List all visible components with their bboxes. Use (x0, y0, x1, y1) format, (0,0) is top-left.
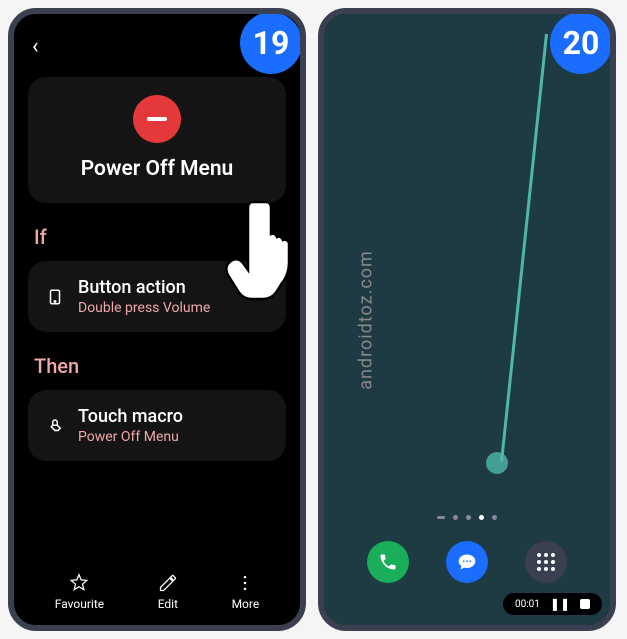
step-badge: 20 (550, 12, 612, 74)
nav-more-label: More (232, 597, 260, 611)
power-button[interactable] (303, 154, 306, 209)
button-action-icon (46, 288, 64, 306)
star-icon (69, 573, 89, 593)
gesture-end-dot (486, 452, 508, 474)
nav-favourite[interactable]: Favourite (55, 573, 104, 611)
watermark: androidtoz.com (355, 250, 376, 390)
more-icon (235, 573, 255, 593)
page-indicator (437, 515, 497, 520)
pause-icon[interactable]: ❚❚ (550, 597, 570, 611)
bottom-nav: Favourite Edit More (28, 573, 286, 611)
then-action-card[interactable]: Touch macro Power Off Menu (28, 390, 286, 461)
hand-pointer-icon (224, 194, 304, 304)
apps-drawer-icon[interactable] (525, 541, 567, 583)
page-dot (492, 515, 497, 520)
nav-more[interactable]: More (232, 573, 260, 611)
phone-app-icon[interactable] (367, 541, 409, 583)
pencil-icon (158, 573, 178, 593)
then-action-sub: Power Off Menu (78, 429, 268, 445)
page-dot (466, 515, 471, 520)
dock (324, 541, 610, 583)
minus-circle-icon (133, 95, 181, 143)
gesture-trail (500, 34, 548, 462)
touch-macro-icon (46, 417, 64, 435)
step-badge: 19 (240, 12, 302, 74)
page-dot (453, 515, 458, 520)
nav-edit-label: Edit (158, 597, 178, 611)
then-action-title: Touch macro (78, 406, 268, 427)
routine-header-card: Power Off Menu (28, 77, 286, 203)
nav-favourite-label: Favourite (55, 597, 104, 611)
recording-bar[interactable]: 00:01 ❚❚ (503, 593, 602, 615)
page-dot-active (479, 515, 484, 520)
messages-app-icon[interactable] (446, 541, 488, 583)
phone-left: 19 ‹ Power Off Menu If Button action Dou… (8, 8, 306, 631)
recording-time: 00:01 (515, 599, 540, 610)
then-label: Then (34, 354, 286, 378)
routine-title: Power Off Menu (48, 157, 266, 181)
nav-edit[interactable]: Edit (158, 573, 178, 611)
routine-detail-screen: ‹ Power Off Menu If Button action Double… (14, 14, 300, 625)
page-dot (437, 516, 445, 519)
then-text: Touch macro Power Off Menu (78, 406, 268, 445)
stop-icon[interactable] (580, 599, 590, 609)
